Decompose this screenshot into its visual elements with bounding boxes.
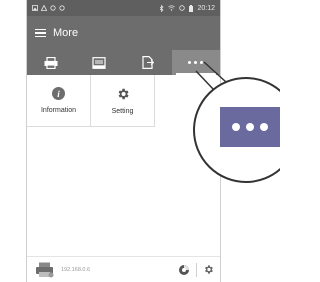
wifi-icon (168, 5, 176, 11)
tab-scan[interactable] (75, 50, 123, 75)
status-bar-notifications (32, 5, 65, 11)
battery-icon (189, 4, 194, 12)
bluetooth-icon (160, 4, 164, 12)
app-header: More (27, 16, 220, 50)
printer-icon (44, 56, 58, 69)
bottom-status-bar: 192.168.0.6 (27, 256, 220, 282)
image-notification-icon (32, 5, 38, 11)
clock: 20:12 (197, 4, 215, 12)
more-menu-grid: i Information Setting (27, 75, 220, 127)
hamburger-menu-icon[interactable] (35, 28, 46, 38)
divider (196, 262, 197, 277)
more-dots-icon (188, 61, 204, 64)
grid-item-information[interactable]: i Information (27, 75, 91, 127)
grid-item-label: Setting (111, 107, 134, 115)
phone-screen: 20:12 More i Information Setting 192.168… (26, 0, 221, 282)
settings-gear-icon[interactable] (203, 264, 214, 275)
status-bar-system: 20:12 (159, 4, 215, 12)
gear-icon (118, 88, 129, 99)
screen: 20:12 More i Information Setting 192.168… (0, 0, 280, 282)
bottom-actions (178, 262, 214, 277)
warning-notification-icon (41, 5, 47, 11)
alarm-icon (179, 5, 186, 11)
info-icon: i (52, 87, 65, 100)
tab-print[interactable] (27, 50, 75, 75)
scanner-icon (92, 56, 106, 69)
tab-document[interactable] (124, 50, 172, 75)
printer-device-icon[interactable] (35, 262, 55, 278)
grid-item-setting[interactable]: Setting (91, 75, 155, 127)
tab-more[interactable] (171, 50, 220, 75)
sync-notification-icon (50, 5, 56, 11)
callout-more-button (220, 107, 280, 147)
more-dots-icon (232, 123, 268, 131)
status-bar: 20:12 (27, 0, 220, 16)
grid-item-label: Information (40, 107, 77, 114)
device-ip-address: 192.168.0.6 (61, 266, 91, 273)
page-title: More (53, 27, 79, 39)
document-send-icon (142, 56, 154, 69)
function-toolbar (27, 50, 220, 75)
ink-level-icon[interactable] (178, 264, 190, 276)
sync-notification-icon (59, 5, 65, 11)
